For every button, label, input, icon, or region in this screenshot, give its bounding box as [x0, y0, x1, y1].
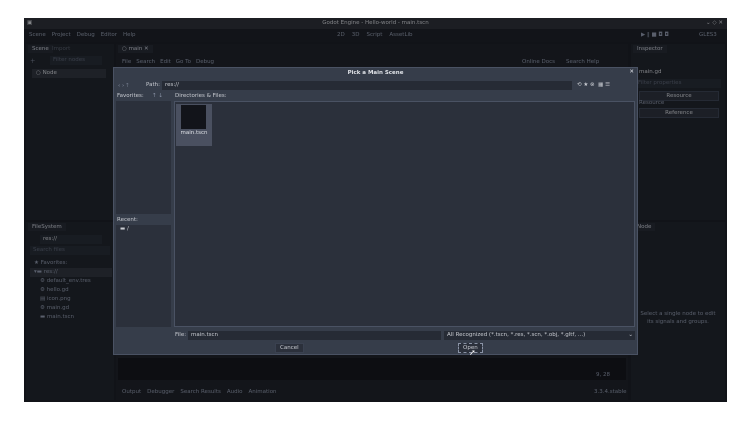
filter-label: All Recognized (*.tscn, *.res, *.scn, *.… — [447, 332, 586, 338]
cancel-button[interactable]: Cancel — [275, 343, 304, 353]
file-name-input[interactable]: main.tscn — [188, 331, 441, 340]
scene-thumbnail — [181, 105, 206, 129]
dialog-title: Pick a Main Scene — [347, 70, 404, 76]
recent-label: Recent: — [117, 217, 138, 223]
label: / — [126, 226, 129, 232]
dialog-toolbar-icons[interactable]: ⟲ ★ ⊗ ▦ ☰ — [577, 82, 610, 88]
pick-main-scene-dialog: Pick a Main Scene ✕ ‹ › 🡑 Path: res:// ⟲… — [113, 67, 638, 357]
file-tile-main-tscn[interactable]: main.tscn — [176, 104, 212, 146]
close-icon[interactable]: ✕ — [629, 69, 634, 75]
favorites-label: Favorites: — [117, 93, 144, 99]
file-name: main.tscn — [180, 130, 208, 136]
fav-move-icons[interactable]: ↑ ↓ — [152, 93, 163, 99]
chevron-down-icon: ⌄ — [628, 332, 633, 338]
recent-list: ▬ / — [116, 225, 171, 327]
files-grid: main.tscn — [174, 101, 635, 327]
mouse-cursor-icon: ➚ — [469, 348, 476, 357]
file-label: File: — [175, 332, 187, 338]
path-label: Path: — [146, 82, 160, 88]
file-filter-select[interactable]: All Recognized (*.tscn, *.res, *.scn, *.… — [444, 331, 635, 340]
recent-item[interactable]: ▬ / — [116, 225, 171, 234]
godot-window: ▣ Godot Engine - Hello-world - main.tscn… — [24, 18, 727, 402]
dirs-files-label: Directories & Files: — [175, 93, 227, 99]
favorites-list[interactable] — [116, 101, 171, 214]
nav-back-forward-icon[interactable]: ‹ › 🡑 — [118, 82, 129, 91]
path-input[interactable]: res:// — [162, 81, 572, 90]
